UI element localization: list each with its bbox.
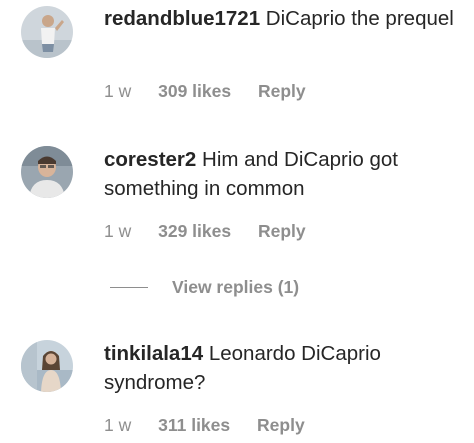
comment-body: DiCaprio the prequel <box>265 7 454 30</box>
comment-username[interactable]: corester2 <box>104 148 196 171</box>
comment-meta: 1 w 309 likes Reply <box>104 80 306 102</box>
view-replies-button[interactable]: View replies (1) <box>110 277 299 299</box>
reply-button[interactable]: Reply <box>258 80 306 102</box>
comment-username[interactable]: tinkilala14 <box>104 342 203 365</box>
comment-timestamp: 1 w <box>104 415 132 435</box>
comment-meta: 1 w 311 likes Reply <box>104 414 305 436</box>
view-replies-divider <box>110 287 148 288</box>
comment-text: tinkilala14 Leonardo DiCaprio syndrome? <box>104 339 454 397</box>
comment-likes-count[interactable]: 329 likes <box>158 220 231 242</box>
comment-text: redandblue1721 DiCaprio the prequel <box>104 4 454 33</box>
avatar[interactable] <box>21 340 73 392</box>
avatar[interactable] <box>21 6 73 58</box>
comment-username[interactable]: redandblue1721 <box>104 7 260 30</box>
comment-likes-count[interactable]: 309 likes <box>158 80 231 102</box>
view-replies-label: View replies (1) <box>172 277 300 297</box>
reply-button[interactable]: Reply <box>258 220 306 242</box>
comment-timestamp: 1 w <box>104 81 132 101</box>
reply-button[interactable]: Reply <box>257 414 305 436</box>
comment-meta: 1 w 329 likes Reply <box>104 220 306 242</box>
comment-text: corester2 Him and DiCaprio got something… <box>104 145 454 203</box>
comment-likes-count[interactable]: 311 likes <box>158 414 230 436</box>
comment-timestamp: 1 w <box>104 221 132 241</box>
avatar[interactable] <box>21 146 73 198</box>
